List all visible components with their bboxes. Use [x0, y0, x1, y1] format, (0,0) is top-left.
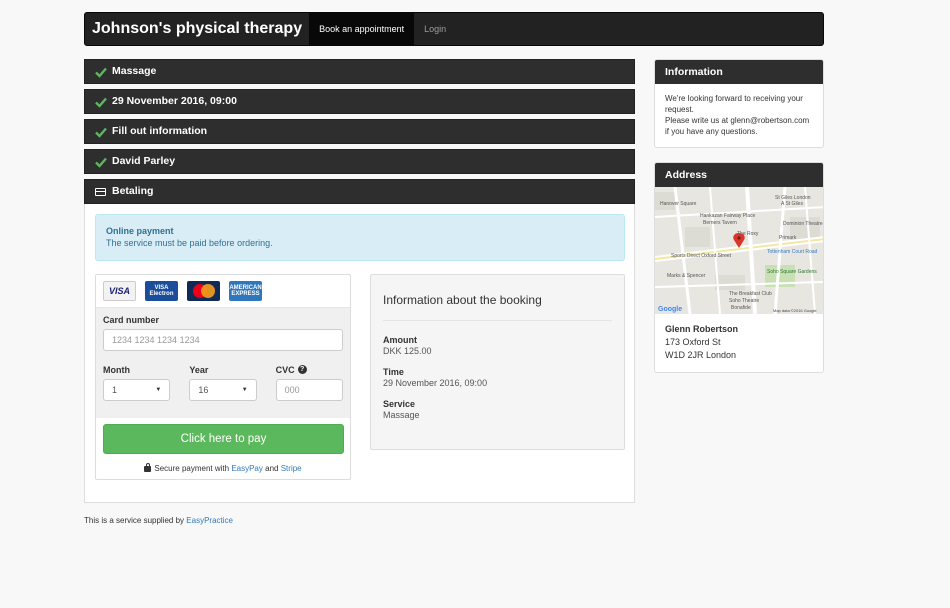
visa-logo: VISA	[103, 281, 136, 301]
service-label: Service	[383, 399, 416, 409]
address-city: W1D 2JR London	[665, 350, 737, 360]
online-payment-alert: Online payment The service must be paid …	[95, 214, 625, 261]
address-panel: Address St Giles London A St Giles Hanov…	[654, 162, 824, 373]
payment-panel: Online payment The service must be paid …	[84, 204, 635, 503]
amex-logo: AMERICAN EXPRESS	[229, 281, 262, 301]
visa-electron-logo: VISA Electron	[145, 281, 178, 301]
information-title: Information	[655, 60, 823, 84]
pay-button[interactable]: Click here to pay	[103, 424, 344, 454]
map-label: Soho Theatre	[729, 298, 759, 304]
step-service[interactable]: Massage	[84, 59, 635, 84]
card-number-label: Card number	[103, 315, 160, 325]
brand-title[interactable]: Johnson's physical therapy	[85, 13, 309, 45]
map-label: Hanover Square	[660, 201, 697, 207]
step-payment: Betaling	[84, 179, 635, 204]
amount-value: DKK 125.00	[383, 346, 432, 356]
check-icon	[95, 67, 107, 78]
map-label: A St Giles	[781, 201, 803, 207]
nav-book-appointment[interactable]: Book an appointment	[309, 13, 415, 45]
easypay-link[interactable]: EasyPay	[231, 464, 263, 473]
check-icon	[95, 97, 107, 108]
information-panel: Information We're looking forward to rec…	[654, 59, 824, 148]
address-street: 173 Oxford St	[665, 337, 721, 347]
easypractice-link[interactable]: EasyPractice	[186, 516, 233, 525]
time-value: 29 November 2016, 09:00	[383, 378, 488, 388]
step-customer[interactable]: David Parley	[84, 149, 635, 174]
card-number-input[interactable]: 1234 1234 1234 1234	[103, 329, 343, 351]
alert-text: The service must be paid before ordering…	[106, 238, 273, 248]
map-label: Sports Direct Oxford Street	[671, 253, 732, 259]
information-text: We're looking forward to receiving your …	[665, 94, 810, 136]
amount-label: Amount	[383, 335, 417, 345]
year-label: Year	[189, 365, 209, 375]
map-label: The Breakfast Club	[729, 291, 772, 297]
booking-title: Information about the booking	[383, 293, 612, 321]
address-name: Glenn Robertson	[665, 324, 739, 334]
service-value: Massage	[383, 410, 420, 420]
nav-login[interactable]: Login	[414, 13, 456, 45]
month-select[interactable]: 1 ▼	[103, 379, 171, 401]
cvc-input[interactable]: 000	[275, 379, 343, 401]
stripe-link[interactable]: Stripe	[281, 464, 302, 473]
booking-steps: Massage 29 November 2016, 09:00 Fill out…	[84, 59, 635, 503]
card-form: VISA VISA Electron AMERICAN EXPRESS Card…	[95, 274, 351, 480]
question-icon[interactable]: ?	[297, 365, 307, 374]
check-icon	[95, 157, 107, 168]
map-label: Dominion Theatre	[783, 221, 823, 227]
cvc-label: CVC?	[276, 365, 343, 375]
map-label: Tottenham Court Road	[767, 249, 818, 255]
month-label: Month	[103, 365, 130, 375]
step-label: 29 November 2016, 09:00	[112, 95, 237, 107]
step-time[interactable]: 29 November 2016, 09:00	[84, 89, 635, 114]
credit-card-icon	[95, 187, 106, 196]
card-logos: VISA VISA Electron AMERICAN EXPRESS	[96, 275, 350, 308]
address-text: Glenn Robertson 173 Oxford St W1D 2JR Lo…	[655, 314, 823, 372]
card-fields: Card number 1234 1234 1234 1234 Month 1 …	[96, 308, 350, 418]
step-label: Betaling	[112, 185, 154, 197]
check-icon	[95, 127, 107, 138]
google-logo: Google	[658, 306, 682, 313]
year-select[interactable]: 16 ▼	[189, 379, 257, 401]
map-label: Primark	[779, 235, 797, 241]
secure-payment-note: Secure payment with EasyPay and Stripe	[96, 463, 350, 473]
address-title: Address	[655, 163, 823, 187]
map-label: Soho Square Gardens	[767, 269, 817, 275]
map-label: Berners Tavern	[703, 220, 737, 226]
map[interactable]: St Giles London A St Giles Hanover Squar…	[655, 187, 823, 314]
map-graphic[interactable]: St Giles London A St Giles Hanover Squar…	[655, 187, 823, 314]
map-label: Hankazan Fairway Place	[700, 213, 756, 219]
footer: This is a service supplied by EasyPracti…	[84, 516, 233, 525]
navbar: Johnson's physical therapy Book an appoi…	[84, 12, 824, 46]
map-label: Marks & Spencer	[667, 273, 706, 279]
alert-title: Online payment	[106, 226, 174, 236]
step-label: Fill out information	[112, 125, 208, 137]
step-information[interactable]: Fill out information	[84, 119, 635, 144]
time-label: Time	[383, 367, 404, 377]
booking-info: Information about the booking Amount DKK…	[370, 274, 625, 450]
lock-icon	[144, 463, 152, 472]
map-copyright: Map data ©2016 Google	[773, 308, 817, 313]
step-label: Massage	[112, 65, 157, 77]
mastercard-logo	[187, 281, 220, 301]
caret-down-icon: ▼	[155, 387, 162, 393]
caret-down-icon: ▼	[241, 387, 248, 393]
step-label: David Parley	[112, 155, 176, 167]
map-label: Bonafide	[731, 305, 751, 311]
